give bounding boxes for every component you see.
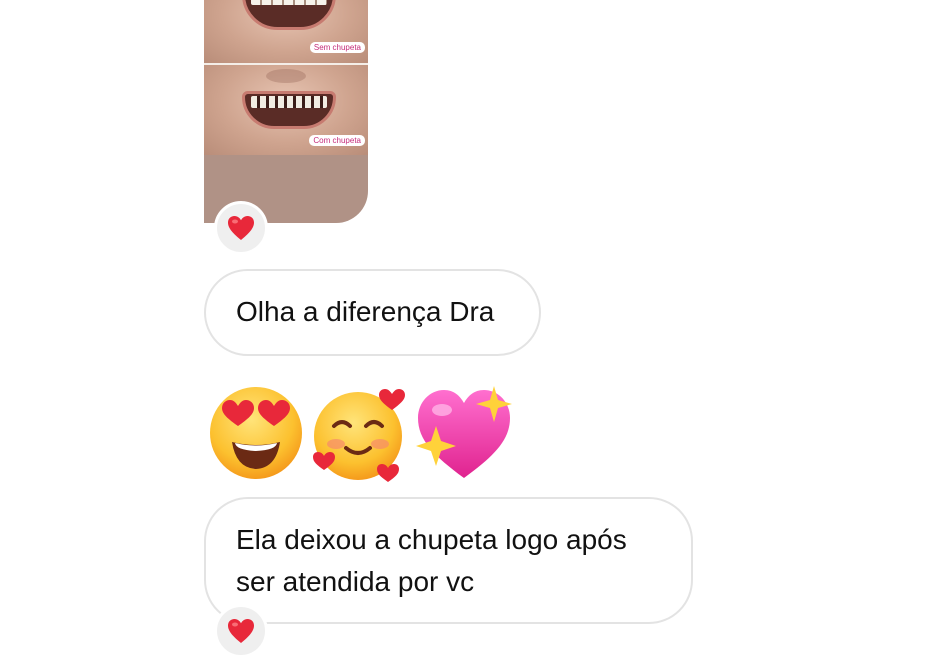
sparkling-heart-emoji (416, 386, 512, 478)
message-bubble[interactable]: Ela deixou a chupeta logo após ser atend… (204, 497, 693, 624)
heart-eyes-emoji (210, 387, 302, 479)
message-text-line-2: ser atendida por vc (236, 566, 475, 597)
emoji-message[interactable] (206, 378, 526, 484)
heart-reaction[interactable] (214, 201, 268, 255)
photo-label-bottom: Com chupeta (309, 135, 365, 146)
child-smile-image (242, 91, 336, 129)
smiling-face-with-hearts-emoji (313, 389, 405, 482)
red-heart-icon (228, 619, 254, 643)
child-smile-image (242, 0, 336, 30)
message-text-line-1: Ela deixou a chupeta logo após (236, 524, 627, 555)
message-bubble[interactable]: Olha a diferença Dra (204, 269, 541, 356)
red-heart-icon (228, 216, 254, 240)
nose-shadow (266, 69, 306, 83)
photo-with-pacifier: Com chupeta (204, 65, 368, 155)
photo-message[interactable]: Sem chupeta Com chupeta (204, 0, 368, 223)
message-text: Olha a diferença Dra (236, 296, 495, 327)
photo-label-top: Sem chupeta (309, 42, 365, 53)
photo-without-pacifier: Sem chupeta (204, 0, 368, 63)
